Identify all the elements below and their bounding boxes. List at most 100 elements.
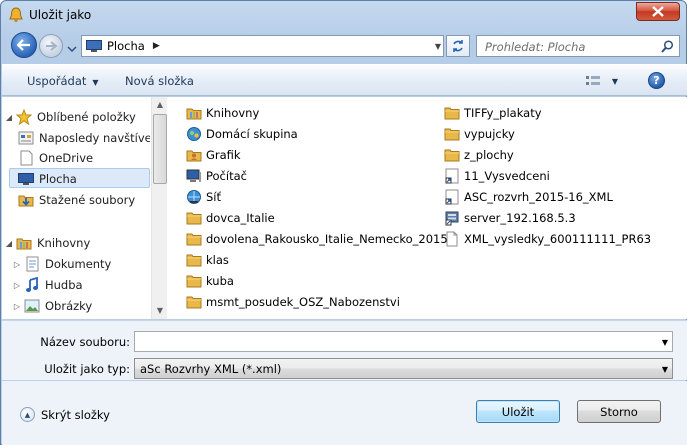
sidebar-item-label: Knihovny <box>37 236 91 250</box>
folder-icon <box>444 126 460 142</box>
scroll-down-icon[interactable]: ▼ <box>152 303 168 319</box>
file-name: ASC_rozvrh_2015-16_XML <box>464 190 613 204</box>
expand-arrow-icon[interactable]: ▷ <box>10 302 24 311</box>
sidebar-item-desktop[interactable]: Plocha <box>18 169 150 189</box>
sidebar-item-recent-places[interactable]: Naposledy navštívené <box>18 128 150 148</box>
list-item[interactable]: TIFFy_plakaty <box>444 103 542 123</box>
chevron-down-icon[interactable]: ▼ <box>662 338 668 347</box>
search-icon[interactable] <box>661 40 674 56</box>
file-name: Síť <box>206 190 222 204</box>
save-button[interactable]: Uložit <box>476 400 560 423</box>
help-icon: ? <box>653 74 660 87</box>
sidebar-item-favorites[interactable]: ◢ Oblíbené položky <box>2 107 150 127</box>
folder-icon <box>186 210 202 226</box>
folder-icon <box>444 105 460 121</box>
sidebar-item-label: Oblíbené položky <box>37 110 136 124</box>
scroll-up-icon[interactable]: ▲ <box>152 97 168 113</box>
list-item[interactable]: Knihovny <box>186 103 259 123</box>
list-item[interactable]: server_192.168.5.3 <box>444 208 576 228</box>
sidebar-item-label: Dokumenty <box>45 257 112 271</box>
list-item[interactable]: 11_Vysvedceni <box>444 166 550 186</box>
server-shortcut-icon <box>444 210 460 226</box>
help-button[interactable]: ? <box>648 72 665 89</box>
hide-folders-label: Skrýt složky <box>41 407 110 422</box>
list-item[interactable]: Síť <box>186 187 221 207</box>
window-title: Uložit jako <box>29 8 92 22</box>
file-list[interactable]: Knihovny Domácí skupina Grafik Počítač S… <box>168 97 687 319</box>
close-button[interactable] <box>636 2 680 21</box>
navigation-bar: Plocha ▶ ▼ Prohledat: Plocha <box>7 31 682 61</box>
desktop-icon <box>18 171 34 187</box>
file-name: klas <box>206 253 229 267</box>
refresh-button[interactable] <box>446 35 470 57</box>
pictures-icon <box>24 298 40 314</box>
file-name: z_plochy <box>464 148 514 162</box>
dialog-footer: ▲ Skrýt složky Uložit Storno <box>2 381 687 445</box>
scroll-thumb[interactable] <box>153 114 167 184</box>
back-button[interactable] <box>11 32 37 58</box>
sidebar-item-libraries[interactable]: ◢ Knihovny <box>2 233 150 253</box>
title-bar[interactable]: Uložit jako <box>1 1 686 29</box>
expand-arrow-icon[interactable]: ◢ <box>2 239 16 248</box>
homegroup-icon <box>186 126 202 142</box>
filename-field[interactable]: ▼ <box>134 331 673 352</box>
file-name: Počítač <box>206 169 247 183</box>
list-item[interactable]: vypujcky <box>444 124 515 144</box>
sidebar-item-onedrive[interactable]: OneDrive <box>18 148 150 168</box>
file-name: TIFFy_plakaty <box>464 106 542 120</box>
expand-arrow-icon[interactable]: ▷ <box>10 260 24 269</box>
filetype-select[interactable]: aSc Rozvrhy XML (*.xml) ▼ <box>134 358 673 379</box>
sidebar-item-label: Stažené soubory <box>39 193 136 207</box>
refresh-icon <box>453 40 463 52</box>
folder-icon <box>186 294 202 310</box>
downloads-icon <box>18 192 34 208</box>
list-item[interactable]: Počítač <box>186 166 247 186</box>
search-box[interactable]: Prohledat: Plocha <box>476 35 680 57</box>
new-folder-button[interactable]: Nová složka <box>125 74 194 88</box>
navigation-pane-scrollbar[interactable]: ▲ ▼ <box>151 97 167 319</box>
list-item[interactable]: dovca_Italie <box>186 208 275 228</box>
view-list-icon <box>586 76 600 85</box>
shortcut-icon <box>444 189 460 205</box>
list-item[interactable]: Grafik <box>186 145 241 165</box>
address-bar[interactable]: Plocha ▶ ▼ <box>81 35 444 57</box>
address-location[interactable]: Plocha <box>107 39 145 53</box>
search-placeholder[interactable]: Prohledat: Plocha <box>485 40 585 54</box>
list-item[interactable]: msmt_posudek_OSZ_Nabozenstvi <box>186 292 400 312</box>
documents-icon <box>24 256 40 272</box>
desktop-icon <box>86 40 102 52</box>
list-item[interactable]: z_plochy <box>444 145 514 165</box>
sidebar-item-label: Plocha <box>39 172 77 186</box>
sidebar-item-pictures[interactable]: ▷ Obrázky <box>14 296 150 316</box>
folder-icon <box>444 147 460 163</box>
list-item[interactable]: Domácí skupina <box>186 124 298 144</box>
close-icon <box>652 6 664 17</box>
change-view-button[interactable]: ▼ <box>586 74 618 88</box>
file-name: kuba <box>206 274 234 288</box>
address-dropdown-icon[interactable]: ▼ <box>435 42 441 51</box>
sidebar-item-downloads[interactable]: Stažené soubory <box>18 190 150 210</box>
star-icon <box>16 109 32 125</box>
chevron-down-icon <box>67 46 77 53</box>
list-item[interactable]: XML_vysledky_600111111_PR63 <box>444 229 651 249</box>
forward-button[interactable] <box>39 34 63 58</box>
list-item[interactable]: kuba <box>186 271 234 291</box>
expand-arrow-icon[interactable]: ▷ <box>10 281 24 290</box>
organize-button[interactable]: Uspořádat ▼ <box>27 74 99 88</box>
sidebar-item-music[interactable]: ▷ Hudba <box>14 275 150 295</box>
sidebar-item-documents[interactable]: ▷ Dokumenty <box>14 254 150 274</box>
expand-arrow-icon[interactable]: ◢ <box>2 113 16 122</box>
breadcrumb-chevron-icon[interactable]: ▶ <box>153 41 160 51</box>
arrow-left-icon <box>17 39 30 51</box>
command-bar: Uspořádat ▼ Nová složka ▼ ? <box>2 64 687 96</box>
filename-label: Název souboru: <box>40 335 130 349</box>
cancel-button[interactable]: Storno <box>577 400 661 423</box>
hide-folders-button[interactable]: ▲ Skrýt složky <box>20 407 110 422</box>
list-item[interactable]: klas <box>186 250 229 270</box>
navigation-pane[interactable]: ◢ Oblíbené položky Naposledy navštívené … <box>2 97 150 319</box>
history-dropdown-button[interactable] <box>67 42 77 53</box>
list-item[interactable]: dovolena_Rakousko_Italie_Nemecko_2015 <box>186 229 448 249</box>
list-item[interactable]: ASC_rozvrh_2015-16_XML <box>444 187 613 207</box>
chevron-down-icon: ▼ <box>92 78 99 87</box>
sidebar-item-label: Naposledy navštívené <box>39 131 150 145</box>
